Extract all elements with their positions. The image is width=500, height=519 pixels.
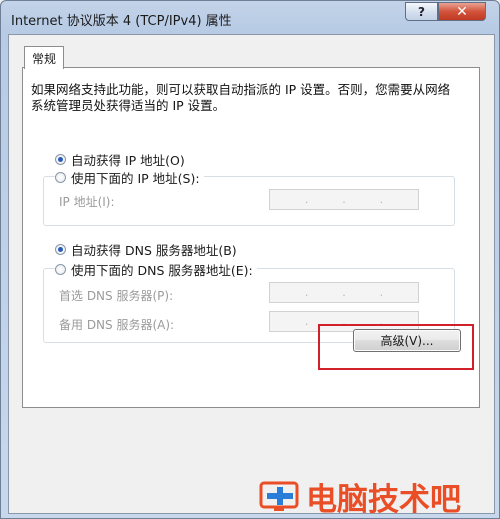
radio-auto-ip-label: 自动获得 IP 地址(O) — [71, 153, 185, 168]
radio-manual-dns-indicator — [55, 264, 66, 275]
ip-address-label: IP 地址(I): — [59, 195, 115, 209]
radio-auto-dns-label: 自动获得 DNS 服务器地址(B) — [71, 243, 237, 258]
ip-dot: . — [342, 193, 346, 206]
ip-dot: . — [304, 315, 309, 328]
help-button[interactable]: ? — [405, 2, 438, 21]
radio-auto-ip-indicator — [55, 154, 66, 165]
close-icon: ✕ — [456, 3, 468, 20]
title-bar[interactable]: Internet 协议版本 4 (TCP/IPv4) 属性 ? ✕ — [1, 1, 499, 35]
ip-dot: . — [379, 286, 384, 299]
radio-manual-dns[interactable]: 使用下面的 DNS 服务器地址(E): — [55, 260, 257, 279]
description-text: 如果网络支持此功能，则可以获取自动指派的 IP 设置。否则，您需要从网络系统管理… — [31, 82, 451, 113]
ip-dot: . — [304, 286, 309, 299]
tab-general-label: 常规 — [31, 51, 56, 66]
preferred-dns-field[interactable]: . . . — [269, 282, 419, 303]
watermark: 电脑技术吧 — [258, 474, 500, 519]
radio-manual-ip[interactable]: 使用下面的 IP 地址(S): — [55, 168, 204, 187]
monitor-logo-icon — [259, 481, 299, 511]
close-button[interactable]: ✕ — [438, 2, 486, 21]
watermark-text: 电脑技术吧 — [306, 482, 461, 518]
radio-auto-dns-indicator — [55, 244, 66, 255]
ip-dot: . — [379, 193, 384, 206]
radio-manual-ip-indicator — [55, 172, 66, 183]
ip-address-field[interactable]: . . . — [269, 189, 419, 210]
dialog-window: Internet 协议版本 4 (TCP/IPv4) 属性 ? ✕ 常规 如果网… — [0, 0, 500, 519]
radio-auto-ip[interactable]: 自动获得 IP 地址(O) — [55, 150, 189, 169]
help-icon: ? — [418, 4, 425, 19]
ip-dot: . — [304, 193, 309, 206]
radio-manual-dns-label: 使用下面的 DNS 服务器地址(E): — [71, 263, 253, 278]
window-title: Internet 协议版本 4 (TCP/IPv4) 属性 — [11, 14, 232, 29]
dialog-client-area: 常规 如果网络支持此功能，则可以获取自动指派的 IP 设置。否则，您需要从网络系… — [8, 34, 495, 514]
highlight-box — [318, 324, 474, 370]
preferred-dns-label: 首选 DNS 服务器(P): — [59, 289, 174, 303]
ip-dot: . — [342, 286, 346, 299]
radio-manual-ip-label: 使用下面的 IP 地址(S): — [71, 171, 200, 186]
radio-auto-dns[interactable]: 自动获得 DNS 服务器地址(B) — [55, 240, 241, 259]
alternate-dns-label: 备用 DNS 服务器(A): — [59, 318, 175, 332]
tab-general[interactable]: 常规 — [24, 46, 64, 69]
